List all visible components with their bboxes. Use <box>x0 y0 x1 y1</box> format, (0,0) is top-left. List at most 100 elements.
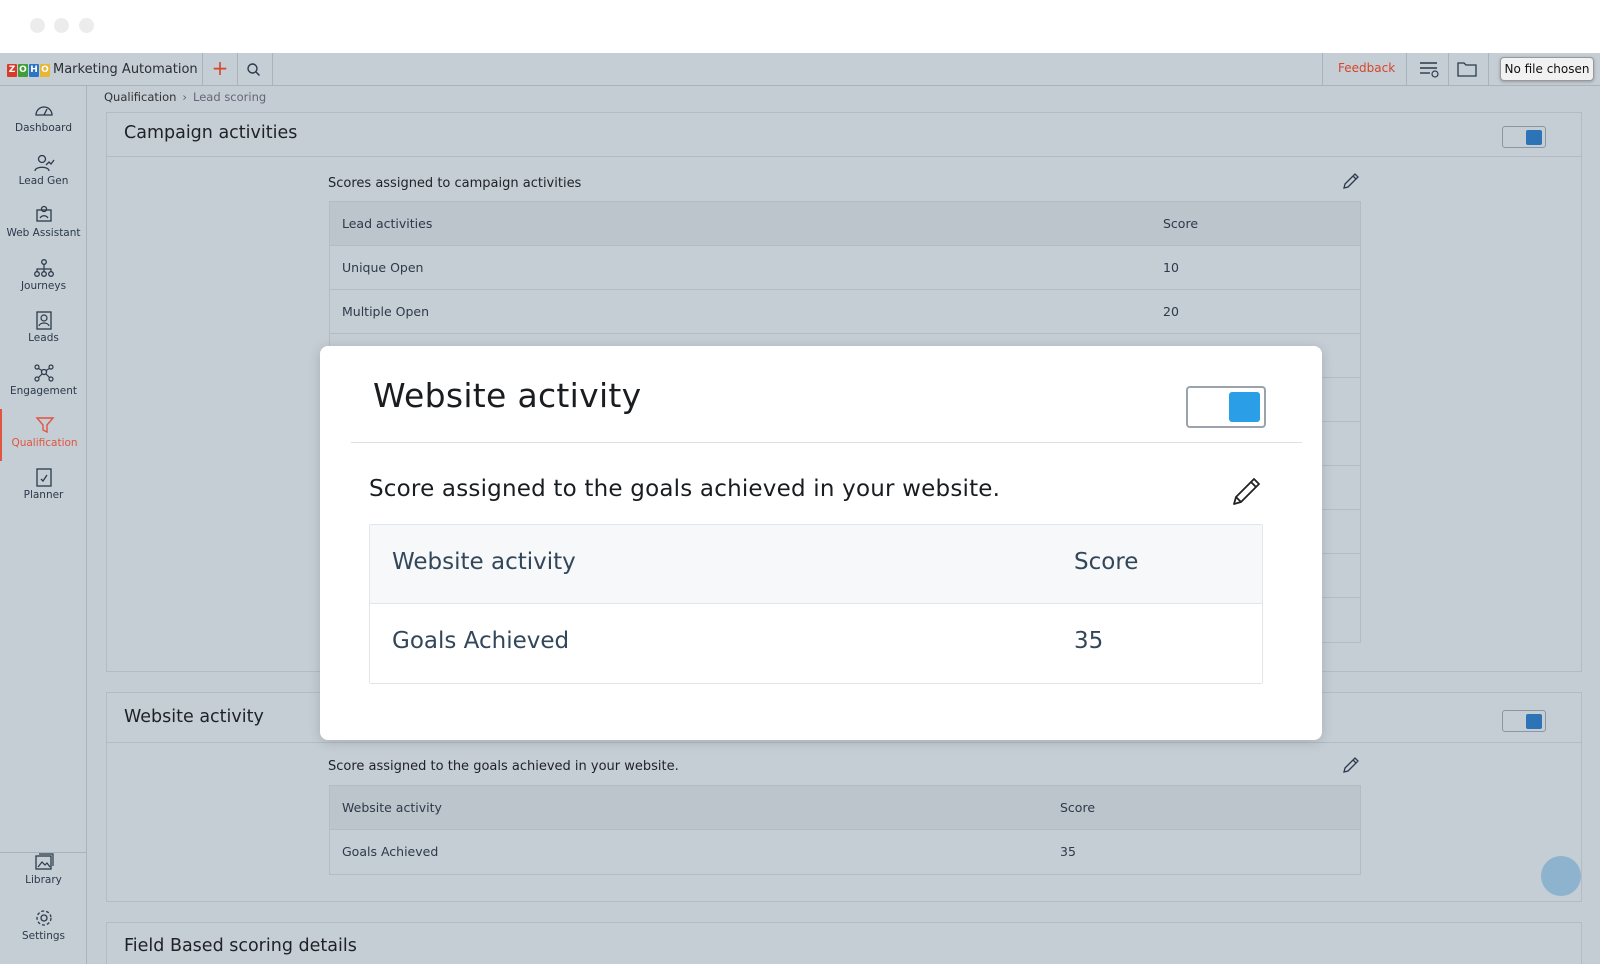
table-header: Website activity Score <box>330 786 1360 830</box>
sidebar-item-web-assistant[interactable]: Web Assistant <box>0 199 87 251</box>
engagement-icon <box>33 364 54 382</box>
chevron-right-icon: › <box>182 90 188 104</box>
logo-letter: O <box>40 64 50 77</box>
divider <box>202 53 203 86</box>
sidebar-item-label: Dashboard <box>15 122 72 134</box>
activity-cell: Goals Achieved <box>342 844 439 859</box>
sidebar-item-leads[interactable]: Leads <box>0 304 87 356</box>
sidebar-item-dashboard[interactable]: Dashboard <box>0 94 87 146</box>
website-toggle[interactable] <box>1502 710 1546 732</box>
divider <box>1406 53 1407 86</box>
table-row: Multiple Open 20 <box>330 290 1360 334</box>
sidebar-item-label: Leads <box>28 332 59 344</box>
logo-letter: Z <box>7 64 17 77</box>
sidebar-item-journeys[interactable]: Journeys <box>0 252 87 304</box>
table-row: Unique Open 10 <box>330 246 1360 290</box>
app-title: Marketing Automation <box>53 62 198 77</box>
sidebar-item-label: Planner <box>23 489 64 501</box>
file-chooser-tooltip: No file chosen <box>1500 57 1594 81</box>
sidebar-item-planner[interactable]: Planner <box>0 461 87 513</box>
modal-description: Score assigned to the goals achieved in … <box>369 476 1001 502</box>
card-divider <box>107 742 1581 743</box>
search-icon[interactable] <box>243 59 265 81</box>
column-header: Website activity <box>392 549 576 575</box>
column-header: Score <box>1060 800 1096 815</box>
column-header: Score <box>1163 216 1199 231</box>
card-description: Score assigned to the goals achieved in … <box>328 759 679 774</box>
sidebar-item-qualification[interactable]: Qualification <box>0 409 87 461</box>
help-chat-icon[interactable] <box>1541 856 1581 896</box>
sidebar-item-settings[interactable]: Settings <box>0 902 87 954</box>
divider <box>1488 53 1489 86</box>
card-divider <box>107 156 1581 157</box>
breadcrumb: Qualification › Lead scoring <box>104 90 266 104</box>
toggle-knob <box>1526 714 1542 729</box>
window-minimize-dot[interactable] <box>54 18 69 33</box>
lead-gen-icon <box>33 154 55 172</box>
app-header: Z O H O Marketing Automation + Feedback <box>0 53 1600 86</box>
field-based-card: Field Based scoring details <box>106 922 1582 964</box>
card-title: Website activity <box>124 707 264 727</box>
divider <box>1448 53 1449 86</box>
window-zoom-dot[interactable] <box>79 18 94 33</box>
table-header: Lead activities Score <box>330 202 1360 246</box>
score-cell: 10 <box>1163 260 1179 275</box>
score-cell: 35 <box>1074 628 1104 654</box>
funnel-icon <box>34 417 55 434</box>
sidebar-item-engagement[interactable]: Engagement <box>0 357 87 409</box>
activity-cell: Goals Achieved <box>392 628 570 654</box>
logo-letter: O <box>18 64 28 77</box>
table-row: Goals Achieved 35 <box>370 604 1262 683</box>
divider <box>1322 53 1323 86</box>
breadcrumb-parent[interactable]: Qualification <box>104 90 176 104</box>
score-cell: 35 <box>1060 844 1076 859</box>
card-title: Campaign activities <box>124 123 298 143</box>
sidebar-item-library[interactable]: Library <box>0 846 87 898</box>
column-header: Website activity <box>342 800 442 815</box>
card-title: Field Based scoring details <box>124 936 357 956</box>
divider <box>237 53 238 86</box>
zoho-logo: Z O H O <box>7 64 50 77</box>
list-filter-icon[interactable] <box>1417 58 1441 80</box>
sidebar-item-label: Journeys <box>20 280 67 292</box>
modal-divider <box>351 442 1302 443</box>
table-row: Goals Achieved 35 <box>330 830 1360 874</box>
website-activity-modal: Website activity Score assigned to the g… <box>320 346 1322 740</box>
left-sidebar: Dashboard Lead Gen Web Assistant Journey… <box>0 86 87 964</box>
column-header: Lead activities <box>342 216 433 231</box>
window-close-dot[interactable] <box>30 18 45 33</box>
toggle-knob <box>1229 392 1260 422</box>
sidebar-item-lead-gen[interactable]: Lead Gen <box>0 147 87 199</box>
website-table: Website activity Score Goals Achieved 35 <box>329 785 1361 875</box>
toggle-knob <box>1526 130 1542 145</box>
folder-icon[interactable] <box>1455 58 1479 80</box>
web-assistant-icon <box>35 205 52 222</box>
leads-icon <box>35 311 52 330</box>
campaign-toggle[interactable] <box>1502 126 1546 148</box>
add-icon[interactable]: + <box>208 57 232 81</box>
edit-pencil-icon[interactable] <box>1230 474 1264 508</box>
library-icon <box>34 853 54 870</box>
sidebar-item-label: Settings <box>21 930 66 942</box>
feedback-link[interactable]: Feedback <box>1338 61 1395 75</box>
modal-toggle[interactable] <box>1186 386 1266 428</box>
divider <box>272 53 273 86</box>
table-header: Website activity Score <box>370 525 1262 604</box>
window-titlebar <box>0 0 1600 53</box>
activity-cell: Multiple Open <box>342 304 430 319</box>
dashboard-icon <box>34 106 53 116</box>
sidebar-item-label: Library <box>25 874 62 886</box>
sidebar-item-label: Web Assistant <box>6 227 81 239</box>
edit-pencil-icon[interactable] <box>1341 755 1361 775</box>
column-header: Score <box>1074 549 1139 575</box>
journeys-icon <box>33 259 54 277</box>
sidebar-item-label: Engagement <box>10 385 77 397</box>
score-cell: 20 <box>1163 304 1179 319</box>
logo-letter: H <box>29 64 39 77</box>
planner-icon <box>35 468 52 487</box>
edit-pencil-icon[interactable] <box>1341 171 1361 191</box>
sidebar-item-label: Qualification <box>11 437 78 449</box>
card-description: Scores assigned to campaign activities <box>328 176 582 191</box>
activity-cell: Unique Open <box>342 260 424 275</box>
modal-table: Website activity Score Goals Achieved 35 <box>369 524 1263 684</box>
